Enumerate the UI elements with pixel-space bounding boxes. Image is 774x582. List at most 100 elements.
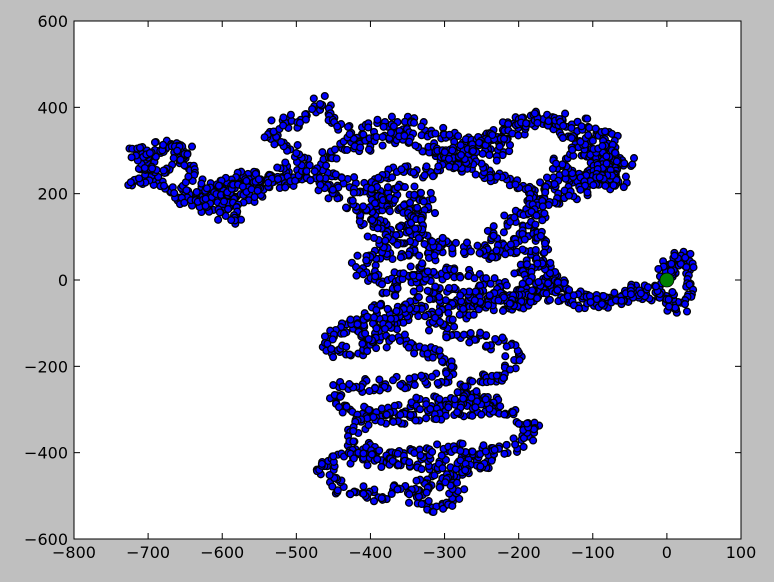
walk-point <box>422 162 431 171</box>
walk-point <box>667 259 676 268</box>
walk-point <box>459 394 468 403</box>
walk-point <box>522 260 532 269</box>
walk-point <box>371 272 380 281</box>
walk-point <box>430 209 440 218</box>
walk-point <box>273 163 282 172</box>
walk-point <box>405 458 414 467</box>
walk-point <box>541 188 550 197</box>
walk-point <box>545 295 554 304</box>
walk-point <box>180 198 189 207</box>
walk-point <box>428 447 437 456</box>
walk-point <box>427 372 437 381</box>
walk-point <box>367 450 376 459</box>
walk-point <box>601 127 610 136</box>
walk-point <box>372 324 381 333</box>
walk-point <box>308 105 317 114</box>
walk-point <box>569 291 578 300</box>
walk-point <box>140 163 149 173</box>
walk-point <box>498 306 508 315</box>
walk-point <box>496 402 505 411</box>
walk-point <box>416 451 425 460</box>
walk-point <box>472 387 481 396</box>
walk-point <box>492 156 501 165</box>
walk-point <box>331 170 340 179</box>
walk-point <box>522 419 531 428</box>
walk-point <box>333 122 342 131</box>
y-tick-label: 0 <box>58 271 68 290</box>
walk-point <box>558 133 567 143</box>
walk-point <box>514 131 523 140</box>
walk-point <box>375 375 384 384</box>
walk-point <box>500 211 509 220</box>
x-tick-label: −400 <box>348 543 392 562</box>
walk-point <box>499 373 508 382</box>
walk-point <box>436 318 445 327</box>
walk-point <box>428 353 437 362</box>
walk-point <box>254 175 263 184</box>
y-tick-labels: −600 −400 −200 0 200 400 600 <box>24 12 68 549</box>
walk-point <box>361 329 370 338</box>
walk-point <box>415 405 425 414</box>
walk-point <box>553 286 562 295</box>
walk-point <box>428 237 437 246</box>
walk-point <box>395 336 405 345</box>
walk-point <box>476 328 485 337</box>
walk-point <box>359 482 368 491</box>
walk-point <box>598 141 607 151</box>
walk-point <box>531 220 540 229</box>
walk-point <box>450 266 459 275</box>
walk-point <box>378 132 387 142</box>
walk-point <box>485 150 494 160</box>
walk-point <box>456 291 465 300</box>
walk-point <box>506 365 515 374</box>
y-tick-label: 200 <box>37 185 68 204</box>
walk-point <box>636 289 645 298</box>
walk-point <box>309 94 318 103</box>
walk-point <box>469 310 478 319</box>
walk-point <box>349 188 358 197</box>
walk-point <box>585 123 594 132</box>
walk-point <box>400 183 409 192</box>
walk-point <box>391 291 400 300</box>
walk-point <box>342 342 351 351</box>
walk-point <box>327 344 336 353</box>
walk-point <box>473 241 482 250</box>
walk-point <box>315 173 324 183</box>
walk-point <box>471 403 480 412</box>
walk-point <box>626 290 636 299</box>
walk-point <box>356 143 365 152</box>
walk-point <box>664 295 673 304</box>
walk-point <box>336 392 345 401</box>
walk-point <box>428 195 437 204</box>
walk-point <box>470 296 479 305</box>
walk-point <box>438 464 447 473</box>
walk-point <box>214 181 223 190</box>
walk-point <box>359 449 368 458</box>
walk-point <box>348 196 357 205</box>
x-tick-label: −500 <box>274 543 318 562</box>
walk-point <box>410 349 419 358</box>
walk-point <box>501 352 510 361</box>
walk-point <box>421 312 430 321</box>
walk-point <box>373 115 382 124</box>
walk-point <box>389 417 398 426</box>
walk-point <box>386 128 395 137</box>
walk-point <box>126 178 135 187</box>
walk-point <box>397 165 406 174</box>
x-tick-label: −100 <box>571 543 615 562</box>
walk-point <box>492 246 501 255</box>
walk-point <box>423 286 432 295</box>
walk-point <box>409 271 418 280</box>
walk-point <box>227 216 236 225</box>
walk-point <box>611 148 620 157</box>
walk-point <box>214 215 223 224</box>
walk-point <box>363 312 372 321</box>
walk-point <box>567 123 576 133</box>
y-tick-label: −400 <box>24 444 68 463</box>
walk-point <box>423 267 432 276</box>
walk-point <box>422 414 431 423</box>
x-tick-labels: −800 −700 −600 −500 −400 −300 −200 −100 0 100 <box>52 543 756 562</box>
walk-point <box>506 240 515 249</box>
walk-point <box>574 304 583 313</box>
walk-point <box>457 150 466 160</box>
